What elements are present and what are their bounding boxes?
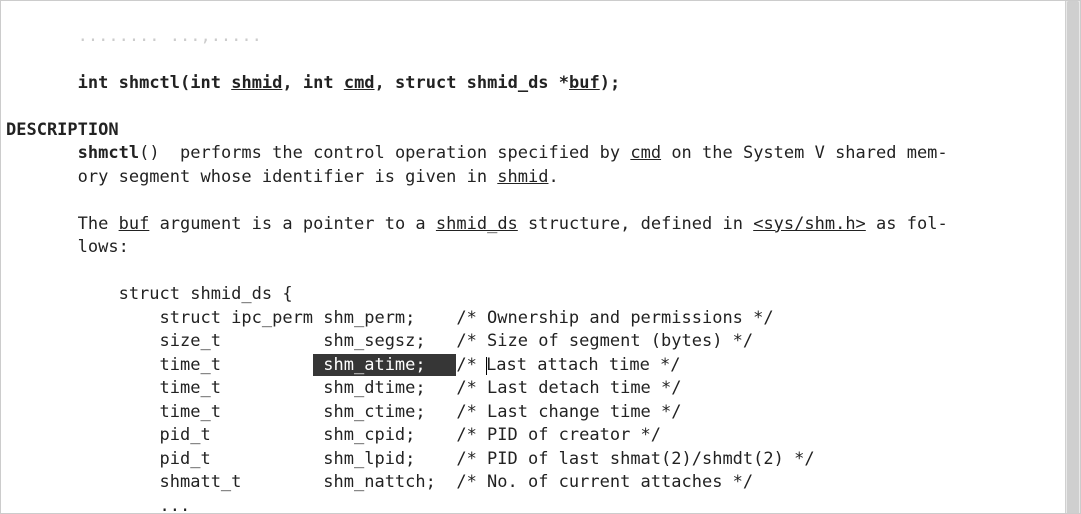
struct-open: struct shmid_ds { xyxy=(6,284,293,304)
desc-paragraph-1: shmctl() performs the control operation … xyxy=(6,143,948,187)
struct-row: time_t shm_ctime; /* Last change time */ xyxy=(6,402,682,422)
struct-row: shmatt_t shm_nattch; /* No. of current a… xyxy=(6,472,753,492)
struct-row: time_t shm_dtime; /* Last detach time */ xyxy=(6,378,682,398)
struct-row: struct ipc_perm shm_perm; /* Ownership a… xyxy=(6,308,774,328)
synopsis-truncated: ........ ...,..... xyxy=(6,26,262,46)
synopsis-line: int shmctl(int shmid, int cmd, struct sh… xyxy=(6,73,620,93)
text-selection: shm_atime; xyxy=(313,354,456,376)
struct-row: pid_t shm_cpid; /* PID of creator */ xyxy=(6,425,661,445)
desc-paragraph-2: The buf argument is a pointer to a shmid… xyxy=(6,214,948,258)
manpage-view: ........ ...,..... int shmctl(int shmid,… xyxy=(0,0,1081,514)
struct-ellipsis: ... xyxy=(6,496,190,514)
struct-row: pid_t shm_lpid; /* PID of last shmat(2)/… xyxy=(6,449,815,469)
text-cursor xyxy=(486,357,487,375)
struct-row: time_t shm_atime; /* Last attach time */ xyxy=(6,355,681,375)
scrollbar-thumb[interactable] xyxy=(1067,1,1079,514)
scrollbar[interactable] xyxy=(1065,1,1080,513)
struct-row: size_t shm_segsz; /* Size of segment (by… xyxy=(6,331,753,351)
struct-rows: struct ipc_perm shm_perm; /* Ownership a… xyxy=(6,308,815,493)
section-description: DESCRIPTION xyxy=(6,120,119,140)
